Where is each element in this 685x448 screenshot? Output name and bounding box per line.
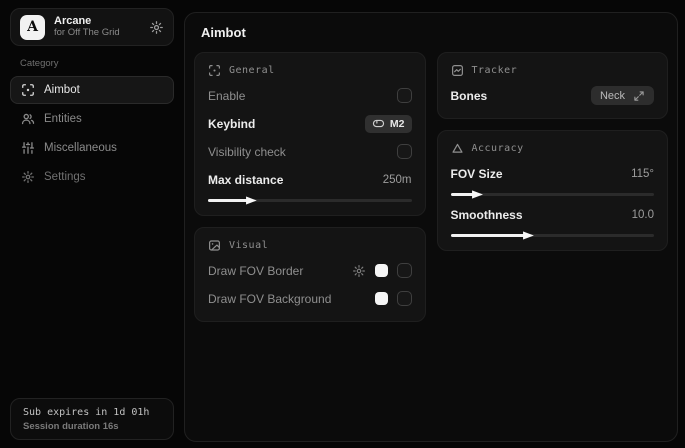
smoothness-row: Smoothness 10.0	[451, 205, 655, 224]
expand-icon	[633, 90, 645, 102]
keybind-value: M2	[390, 118, 405, 130]
activity-icon	[451, 64, 464, 77]
bones-select[interactable]: Neck	[591, 86, 654, 105]
enable-row: Enable	[208, 86, 412, 105]
users-icon	[21, 112, 35, 126]
fov-background-controls	[375, 291, 412, 306]
bones-selected-value: Neck	[600, 90, 625, 102]
panel-header-label: Accuracy	[472, 143, 524, 154]
crosshair-icon	[21, 83, 35, 97]
bones-label: Bones	[451, 89, 488, 103]
crosshair-icon	[208, 64, 221, 77]
category-label: Category	[20, 58, 174, 69]
image-icon	[208, 239, 221, 252]
app-logo: A	[20, 15, 45, 40]
mouse-icon	[372, 117, 385, 130]
keybind-button[interactable]: M2	[365, 115, 412, 133]
panel-general-header: General	[208, 64, 412, 77]
panel-tracker-header: Tracker	[451, 64, 655, 77]
max-distance-label: Max distance	[208, 173, 283, 187]
fov-border-controls	[352, 263, 412, 278]
sidebar-item-aimbot[interactable]: Aimbot	[10, 76, 174, 104]
sliders-icon	[21, 141, 35, 155]
sidebar: A Arcane for Off The Grid Category Aimbo…	[0, 0, 184, 448]
triangle-icon	[451, 142, 464, 155]
fov-border-row: Draw FOV Border	[208, 261, 412, 280]
fov-size-label: FOV Size	[451, 167, 503, 181]
app-subtitle: for Off The Grid	[54, 28, 140, 39]
visibility-check-row: Visibility check	[208, 142, 412, 161]
fov-size-slider[interactable]	[451, 193, 655, 196]
panel-general: General Enable Keybind	[194, 52, 426, 216]
slider-fill	[208, 199, 251, 202]
fov-border-label: Draw FOV Border	[208, 264, 303, 278]
sidebar-item-label: Settings	[44, 171, 86, 183]
gear-icon	[21, 170, 35, 184]
slider-thumb[interactable]	[523, 230, 534, 241]
panel-accuracy: Accuracy FOV Size 115° Smoothness 10.0	[437, 130, 669, 251]
keybind-label: Keybind	[208, 117, 255, 131]
fov-background-color-swatch[interactable]	[375, 292, 388, 305]
bones-row: Bones Neck	[451, 86, 655, 105]
right-column: Tracker Bones Neck	[437, 52, 669, 322]
keybind-row: Keybind M2	[208, 114, 412, 133]
panel-header-label: General	[229, 65, 275, 76]
app-meta: Arcane for Off The Grid	[54, 15, 140, 39]
sidebar-item-label: Miscellaneous	[44, 142, 117, 154]
panel-visual: Visual Draw FOV Border	[194, 227, 426, 322]
panel-columns: General Enable Keybind	[193, 52, 669, 322]
enable-checkbox[interactable]	[397, 88, 412, 103]
left-column: General Enable Keybind	[194, 52, 426, 322]
enable-label: Enable	[208, 89, 245, 103]
sidebar-item-label: Entities	[44, 113, 82, 125]
panel-tracker: Tracker Bones Neck	[437, 52, 669, 119]
slider-fill	[451, 234, 528, 237]
app-title: Arcane	[54, 15, 140, 28]
fov-background-checkbox[interactable]	[397, 291, 412, 306]
session-duration-text: Session duration 16s	[23, 421, 161, 432]
slider-fill	[451, 193, 477, 196]
max-distance-value: 250m	[383, 174, 412, 186]
visibility-check-label: Visibility check	[208, 145, 286, 159]
fov-background-label: Draw FOV Background	[208, 292, 331, 306]
fov-border-color-swatch[interactable]	[375, 264, 388, 277]
sidebar-item-label: Aimbot	[44, 84, 80, 96]
sidebar-item-entities[interactable]: Entities	[10, 105, 174, 133]
panel-header-label: Tracker	[472, 65, 518, 76]
app-header-card: A Arcane for Off The Grid	[10, 8, 174, 46]
slider-thumb[interactable]	[246, 195, 257, 206]
smoothness-slider[interactable]	[451, 234, 655, 237]
subscription-status-card: Sub expires in 1d 01h Session duration 1…	[10, 398, 174, 440]
gear-icon[interactable]	[149, 20, 164, 35]
panel-header-label: Visual	[229, 240, 268, 251]
max-distance-slider[interactable]	[208, 199, 412, 202]
slider-thumb[interactable]	[472, 189, 483, 200]
panel-visual-header: Visual	[208, 239, 412, 252]
panel-accuracy-header: Accuracy	[451, 142, 655, 155]
page-title: Aimbot	[201, 25, 669, 40]
max-distance-row: Max distance 250m	[208, 170, 412, 189]
fov-size-row: FOV Size 115°	[451, 164, 655, 183]
sidebar-item-settings[interactable]: Settings	[10, 163, 174, 191]
visibility-check-checkbox[interactable]	[397, 144, 412, 159]
smoothness-label: Smoothness	[451, 208, 523, 222]
main-content: Aimbot General Enable	[184, 12, 678, 442]
sidebar-item-miscellaneous[interactable]: Miscellaneous	[10, 134, 174, 162]
fov-background-row: Draw FOV Background	[208, 289, 412, 308]
gear-icon[interactable]	[352, 264, 366, 278]
sub-expiry-text: Sub expires in 1d 01h	[23, 407, 161, 418]
fov-border-checkbox[interactable]	[397, 263, 412, 278]
fov-size-value: 115°	[631, 168, 654, 180]
smoothness-value: 10.0	[632, 209, 654, 221]
